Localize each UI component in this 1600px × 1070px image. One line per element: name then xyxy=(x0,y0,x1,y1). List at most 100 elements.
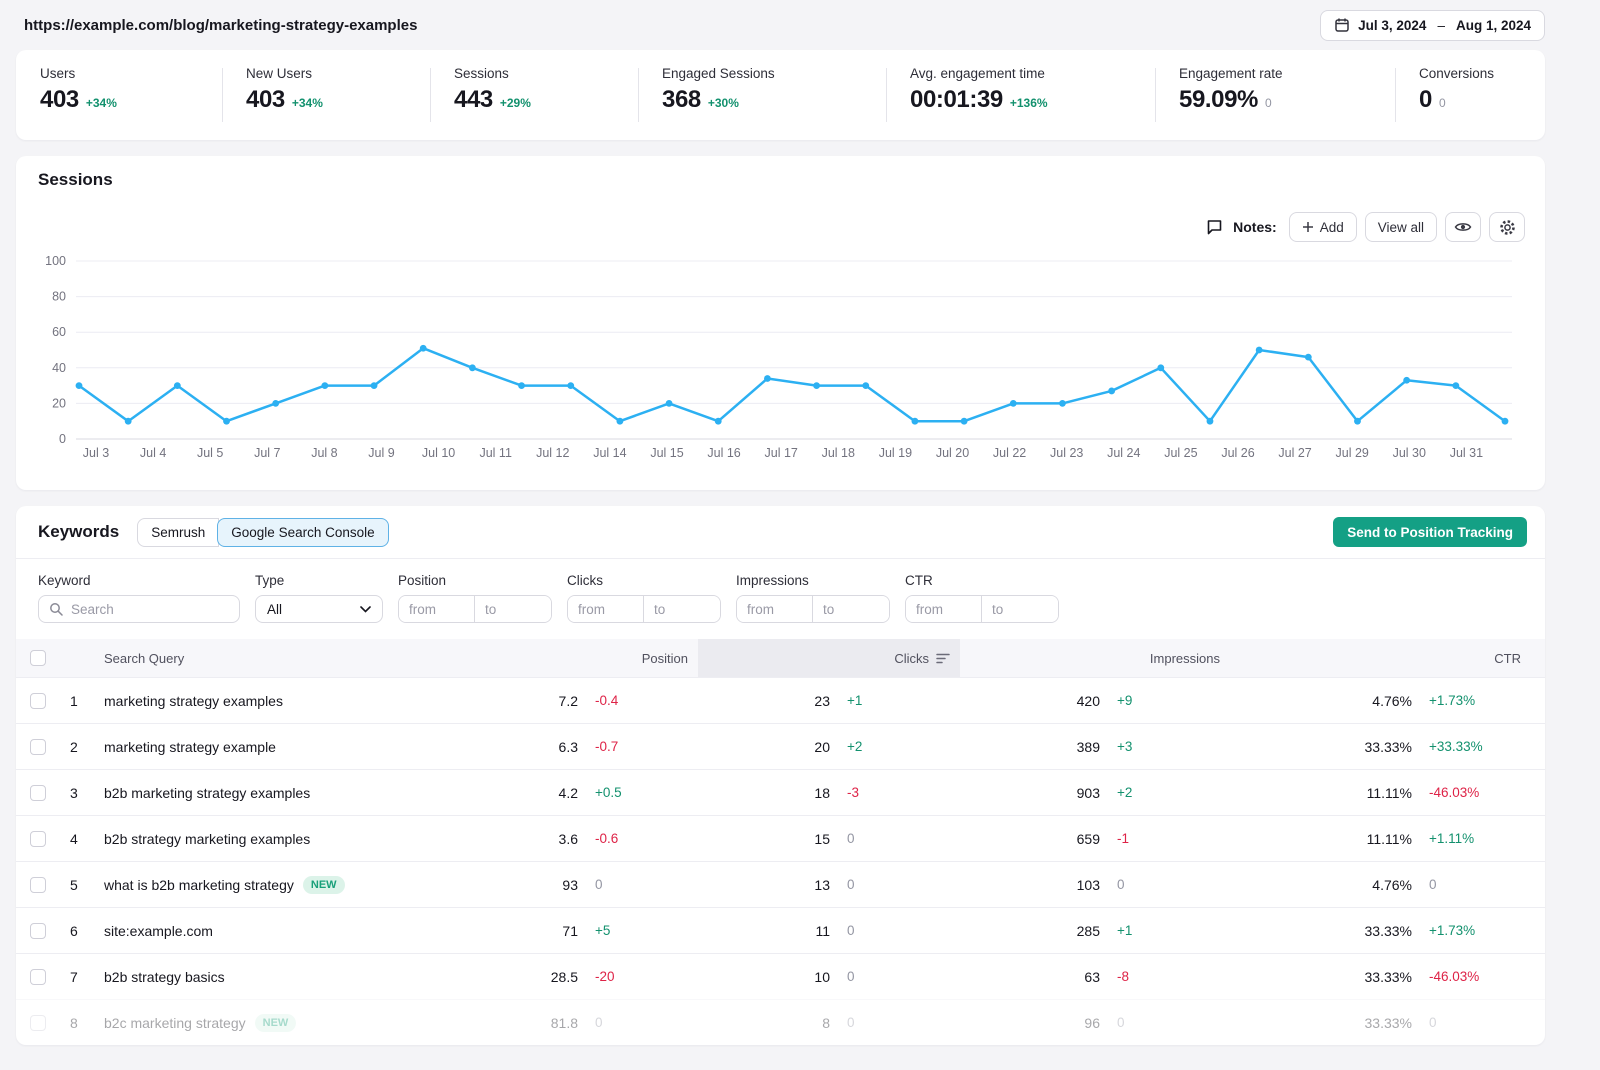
impressions-to-input[interactable] xyxy=(813,596,889,622)
metric-value-row: 00:01:39+136% xyxy=(910,86,1155,114)
type-select-value: All xyxy=(267,602,282,617)
search-icon xyxy=(49,602,63,616)
row-checkbox[interactable] xyxy=(30,969,46,985)
position-filter: Position xyxy=(398,573,552,623)
metric-engaged-sessions: Engaged Sessions368+30% xyxy=(638,66,886,124)
metric-change: 0 xyxy=(1439,96,1446,110)
keywords-filters: Keyword Type All PositionClicksImpress xyxy=(16,559,1545,639)
header-clicks[interactable]: Clicks xyxy=(698,639,960,677)
metric-label: Engaged Sessions xyxy=(662,66,886,81)
select-all-checkbox[interactable] xyxy=(30,650,46,666)
clicks-from-input[interactable] xyxy=(568,596,644,622)
ctr-value: 4.76% xyxy=(1230,877,1412,893)
row-checkbox[interactable] xyxy=(30,923,46,939)
impressions-change: -8 xyxy=(1100,969,1230,984)
clicks-filter: Clicks xyxy=(567,573,721,623)
svg-text:0: 0 xyxy=(59,432,66,446)
keyword-filter: Keyword xyxy=(38,573,240,623)
keyword-query-cell: b2b strategy marketing examples xyxy=(104,831,470,847)
header-ctr[interactable]: CTR xyxy=(1230,651,1531,666)
row-checkbox[interactable] xyxy=(30,831,46,847)
toggle-notes-visibility-button[interactable] xyxy=(1445,212,1481,242)
keywords-header: Keywords Semrush Google Search Console S… xyxy=(16,506,1545,559)
keyword-query: marketing strategy examples xyxy=(104,693,283,709)
type-filter-label: Type xyxy=(255,573,383,588)
sessions-chart[interactable]: 020406080100Jul 3Jul 4Jul 5Jul 7Jul 8Jul… xyxy=(40,244,1521,481)
page: https://example.com/blog/marketing-strat… xyxy=(16,0,1545,1045)
plus-icon xyxy=(1302,221,1314,233)
metric-change: +34% xyxy=(292,96,323,110)
calendar-icon xyxy=(1334,17,1350,33)
row-checkbox[interactable] xyxy=(30,739,46,755)
clicks-value: 18 xyxy=(698,785,830,801)
ctr-from-input[interactable] xyxy=(906,596,982,622)
impressions-value: 96 xyxy=(960,1015,1100,1031)
keywords-source-tabs: Semrush Google Search Console xyxy=(137,518,388,547)
svg-text:Jul 8: Jul 8 xyxy=(311,446,337,460)
date-range-picker[interactable]: Jul 3, 2024 – Aug 1, 2024 xyxy=(1320,10,1545,41)
ctr-change: +1.11% xyxy=(1412,831,1531,846)
chart-settings-button[interactable] xyxy=(1489,212,1525,242)
table-row: 8b2c marketing strategyNEW81.808096033.3… xyxy=(16,999,1545,1045)
row-number: 7 xyxy=(70,969,104,985)
svg-text:Jul 27: Jul 27 xyxy=(1278,446,1311,460)
ctr-value: 11.11% xyxy=(1230,831,1412,847)
impressions-change: +3 xyxy=(1100,739,1230,754)
impressions-from-input[interactable] xyxy=(737,596,813,622)
keyword-query: b2b strategy basics xyxy=(104,969,225,985)
ctr-change: +1.73% xyxy=(1412,923,1531,938)
tab-google-search-console[interactable]: Google Search Console xyxy=(217,518,388,547)
tab-semrush[interactable]: Semrush xyxy=(137,518,219,547)
clicks-to-input[interactable] xyxy=(644,596,720,622)
metric-value-row: 443+29% xyxy=(454,86,638,114)
sort-desc-icon xyxy=(936,653,950,664)
notes-toolbar: Notes: Add View all xyxy=(1206,212,1525,242)
keywords-title: Keywords xyxy=(38,522,119,542)
table-row: 7b2b strategy basics28.5-2010063-833.33%… xyxy=(16,953,1545,999)
row-checkbox[interactable] xyxy=(30,877,46,893)
metric-value-row: 403+34% xyxy=(246,86,430,114)
metric-label: Conversions xyxy=(1419,66,1545,81)
ctr-filter: CTR xyxy=(905,573,1059,623)
page-url: https://example.com/blog/marketing-strat… xyxy=(24,17,417,34)
header-impressions[interactable]: Impressions xyxy=(960,651,1230,666)
row-number: 3 xyxy=(70,785,104,801)
ctr-change: -46.03% xyxy=(1412,785,1531,800)
position-to-input[interactable] xyxy=(475,596,551,622)
metric-label: Users xyxy=(40,66,222,81)
clicks-change: +2 xyxy=(830,739,960,754)
clicks-change: -3 xyxy=(830,785,960,800)
row-number: 5 xyxy=(70,877,104,893)
position-from-input[interactable] xyxy=(399,596,475,622)
add-note-button[interactable]: Add xyxy=(1289,212,1357,242)
svg-text:Jul 29: Jul 29 xyxy=(1336,446,1369,460)
impressions-value: 903 xyxy=(960,785,1100,801)
row-checkbox[interactable] xyxy=(30,1015,46,1031)
header-position[interactable]: Position xyxy=(470,651,698,666)
view-all-notes-button[interactable]: View all xyxy=(1365,212,1437,242)
svg-text:Jul 12: Jul 12 xyxy=(536,446,569,460)
svg-text:20: 20 xyxy=(52,396,66,410)
position-change: 0 xyxy=(578,1015,698,1030)
metric-label: Avg. engagement time xyxy=(910,66,1155,81)
type-select[interactable]: All xyxy=(255,595,383,623)
ctr-to-input[interactable] xyxy=(982,596,1058,622)
row-checkbox[interactable] xyxy=(30,693,46,709)
new-badge: NEW xyxy=(255,1014,297,1032)
position-change: -0.6 xyxy=(578,831,698,846)
sessions-panel: Sessions Notes: Add View all xyxy=(16,156,1545,490)
keyword-search-input[interactable] xyxy=(38,595,240,623)
row-number: 1 xyxy=(70,693,104,709)
clicks-change: 0 xyxy=(830,923,960,938)
clicks-value: 15 xyxy=(698,831,830,847)
svg-text:Jul 18: Jul 18 xyxy=(822,446,855,460)
position-value: 81.8 xyxy=(470,1015,578,1031)
keyword-query-cell: b2c marketing strategyNEW xyxy=(104,1014,470,1032)
impressions-change: +9 xyxy=(1100,693,1230,708)
row-checkbox[interactable] xyxy=(30,785,46,801)
send-to-position-tracking-button[interactable]: Send to Position Tracking xyxy=(1333,517,1527,547)
metric-value: 59.09% xyxy=(1179,86,1258,114)
position-value: 7.2 xyxy=(470,693,578,709)
keyword-query-cell: what is b2b marketing strategyNEW xyxy=(104,876,470,894)
impressions-filter-label: Impressions xyxy=(736,573,890,588)
